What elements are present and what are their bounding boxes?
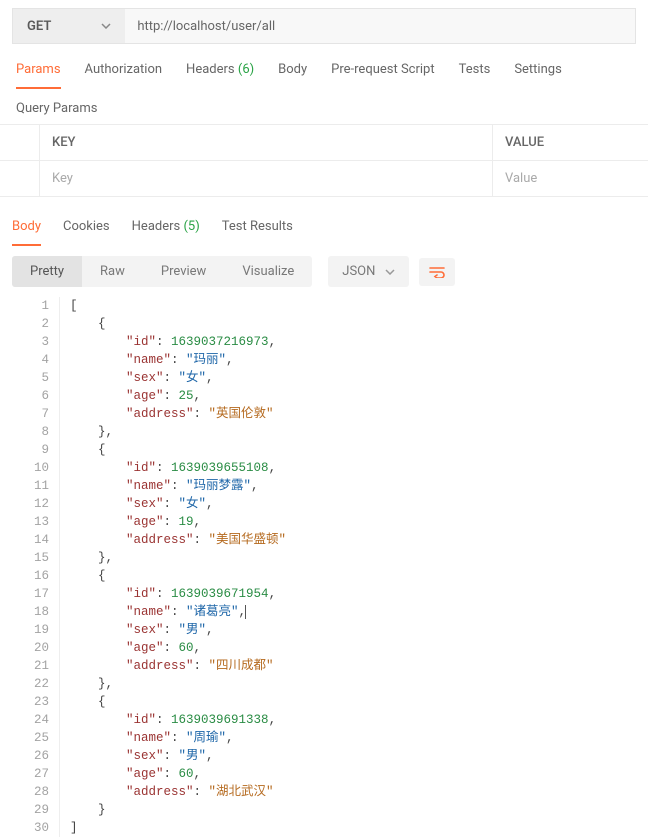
- chevron-down-icon: [101, 23, 111, 29]
- response-tabs: Body Cookies Headers (5) Test Results: [0, 197, 648, 246]
- wrap-lines-button[interactable]: [419, 258, 455, 286]
- param-value-input[interactable]: Value: [493, 161, 648, 196]
- json-source[interactable]: [{"id": 1639037216973,"name": "玛丽","sex"…: [60, 297, 286, 837]
- url-text: http://localhost/user/all: [137, 19, 275, 34]
- wrap-icon: [429, 266, 445, 278]
- tab-auth[interactable]: Authorization: [85, 62, 163, 89]
- view-modes: Pretty Raw Preview Visualize: [12, 256, 312, 287]
- view-pretty[interactable]: Pretty: [12, 256, 82, 287]
- chevron-down-icon: [385, 269, 395, 275]
- params-table: KEY VALUE Key Value: [0, 124, 648, 197]
- url-input[interactable]: http://localhost/user/all: [125, 9, 635, 43]
- column-value: VALUE: [493, 125, 648, 160]
- tab-tests[interactable]: Tests: [459, 62, 491, 89]
- tab-body[interactable]: Body: [278, 62, 307, 89]
- request-bar: GET http://localhost/user/all: [12, 8, 636, 44]
- response-body[interactable]: 1234567891011121314151617181920212223242…: [12, 297, 636, 837]
- params-header-row: KEY VALUE: [0, 125, 648, 161]
- params-row-check[interactable]: [0, 161, 40, 196]
- column-key: KEY: [40, 125, 493, 160]
- tab-params[interactable]: Params: [16, 62, 61, 89]
- resp-tab-body[interactable]: Body: [12, 219, 41, 246]
- resp-tab-cookies[interactable]: Cookies: [63, 219, 110, 246]
- request-tabs: Params Authorization Headers (6) Body Pr…: [0, 44, 648, 89]
- tab-headers[interactable]: Headers (6): [186, 62, 254, 89]
- view-preview[interactable]: Preview: [143, 256, 224, 287]
- method-select[interactable]: GET: [13, 9, 125, 43]
- format-select[interactable]: JSON: [328, 256, 409, 287]
- tab-settings[interactable]: Settings: [514, 62, 561, 89]
- param-key-input[interactable]: Key: [40, 161, 493, 196]
- line-numbers: 1234567891011121314151617181920212223242…: [12, 297, 60, 837]
- params-select-all[interactable]: [0, 125, 40, 160]
- resp-tab-headers[interactable]: Headers (5): [132, 219, 200, 246]
- view-raw[interactable]: Raw: [82, 256, 143, 287]
- view-visualize[interactable]: Visualize: [224, 256, 312, 287]
- method-label: GET: [27, 19, 51, 34]
- tab-prerequest[interactable]: Pre-request Script: [331, 62, 434, 89]
- params-empty-row: Key Value: [0, 161, 648, 197]
- query-params-heading: Query Params: [0, 89, 648, 124]
- format-label: JSON: [342, 264, 375, 279]
- view-controls: Pretty Raw Preview Visualize JSON: [0, 246, 648, 287]
- resp-tab-tests[interactable]: Test Results: [222, 219, 293, 246]
